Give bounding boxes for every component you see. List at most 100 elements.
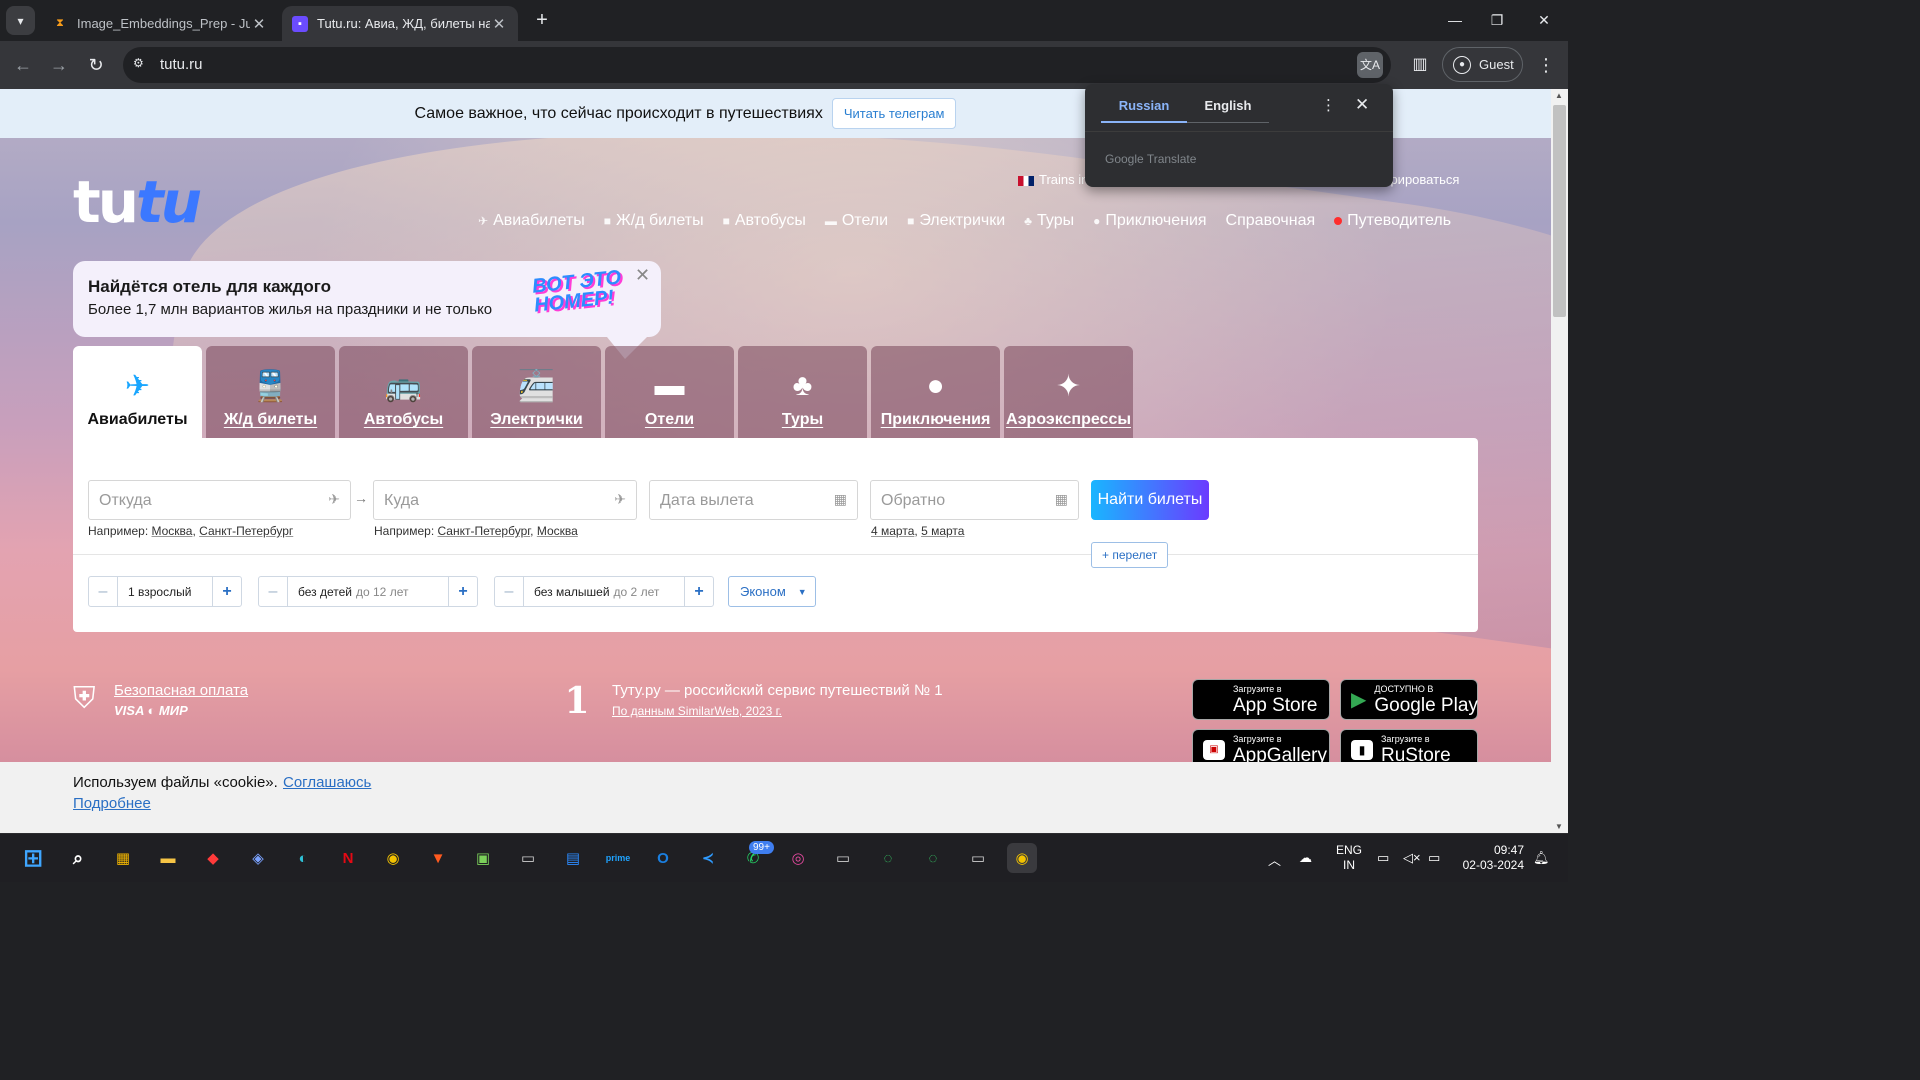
google-play-badge[interactable]: ▶ ДОСТУПНО В Google Play [1340, 679, 1478, 720]
minimize-icon[interactable]: — [1441, 8, 1469, 32]
depart-date-input[interactable]: Дата вылета ▦ [649, 480, 858, 520]
address-bar[interactable]: ⚙ tutu.ru 文A [123, 47, 1391, 83]
outlook-icon[interactable]: O [648, 843, 678, 873]
side-panel-icon[interactable]: ▥ [1408, 53, 1432, 77]
return-date-input[interactable]: Обратно ▦ [870, 480, 1079, 520]
scroll-thumb[interactable] [1553, 105, 1566, 317]
minus-button[interactable]: – [495, 577, 524, 606]
service-tab-adventures[interactable]: ● Приключения [871, 346, 1000, 438]
plus-button[interactable]: + [684, 577, 713, 606]
hint-suggestion[interactable]: Москва [537, 524, 578, 538]
hint-suggestion[interactable]: 5 марта [921, 524, 964, 538]
tutu-logo[interactable]: tutu [73, 173, 202, 231]
nav-item-train[interactable]: ■ Ж/д билеты [604, 212, 704, 230]
app-green-ring-icon[interactable]: ◌ [873, 843, 903, 873]
nav-item-adventures[interactable]: ● Приключения [1093, 212, 1206, 230]
close-icon[interactable]: ✕ [635, 265, 650, 286]
tab-jupyter[interactable]: ⧗ Image_Embeddings_Prep - Jupy ✕ [42, 6, 278, 41]
tab-search-button[interactable]: ▾ [6, 6, 35, 35]
close-tab-icon[interactable]: ✕ [250, 15, 268, 33]
site-info-icon[interactable]: ⚙ [133, 56, 144, 70]
edge-icon[interactable]: ◐ [288, 843, 318, 873]
cloud-icon[interactable]: ☁ [1299, 850, 1312, 866]
hint-suggestion[interactable]: Санкт-Петербург [199, 524, 293, 538]
reload-icon[interactable]: ↻ [82, 51, 110, 79]
new-tab-button[interactable]: + [530, 8, 554, 32]
url-text[interactable]: tutu.ru [160, 56, 203, 73]
volume-muted-icon[interactable]: ◁× [1403, 850, 1421, 866]
trains-in-link[interactable]: Trains in [1018, 172, 1088, 187]
service-tab-aeroexpress[interactable]: ✦ Аэроэкспрессы [1004, 346, 1133, 438]
rank-source-link[interactable]: По данным SimilarWeb, 2023 г. [612, 704, 782, 718]
nav-item-tours[interactable]: ♣ Туры [1024, 212, 1074, 230]
plus-button[interactable]: + [448, 577, 477, 606]
prime-video-icon[interactable]: prime [603, 843, 633, 873]
service-tab-commuter[interactable]: 🚈 Электрички [472, 346, 601, 438]
nav-item-hotels[interactable]: ▬ Отели [825, 212, 888, 230]
vscode-icon[interactable]: ≺ [693, 843, 723, 873]
hint-suggestion[interactable]: Москва [152, 524, 193, 538]
plus-button[interactable]: + [212, 577, 241, 606]
terminal-icon[interactable]: ▭ [513, 843, 543, 873]
forward-icon[interactable]: → [45, 51, 73, 79]
nav-item-commuter[interactable]: ■ Электрички [907, 212, 1005, 230]
browser-menu-icon[interactable]: ⋮ [1536, 53, 1556, 77]
hint-suggestion[interactable]: 4 марта [871, 524, 914, 538]
minus-button[interactable]: – [89, 577, 118, 606]
nav-item-guide[interactable]: Путеводитель [1334, 212, 1451, 230]
input-language[interactable]: ENG IN [1336, 843, 1362, 873]
hint-suggestion[interactable]: Санкт-Петербург [438, 524, 531, 538]
back-icon[interactable]: ← [9, 51, 37, 79]
app-diamond-icon[interactable]: ◆ [198, 843, 228, 873]
page-scrollbar[interactable]: ▲ ▼ [1551, 89, 1568, 833]
cabin-class-select[interactable]: Эконом ▼ [728, 576, 816, 607]
read-telegram-button[interactable]: Читать телеграм [831, 98, 957, 129]
app-green-ring-icon-2[interactable]: ◌ [918, 843, 948, 873]
netflix-icon[interactable]: N [333, 843, 363, 873]
clock[interactable]: 09:47 02-03-2024 [1458, 843, 1524, 873]
copilot-icon[interactable]: ◈ [243, 843, 273, 873]
service-tab-bus[interactable]: 🚌 Автобусы [339, 346, 468, 438]
service-tab-avia[interactable]: ✈ Авиабилеты [73, 346, 202, 438]
chrome-icon[interactable]: ◉ [378, 843, 408, 873]
close-tab-icon[interactable]: ✕ [490, 15, 508, 33]
tab-tutu[interactable]: ▪ Tutu.ru: Авиа, ЖД, билеты на а ✕ [282, 6, 518, 41]
restore-icon[interactable]: ❐ [1483, 8, 1511, 32]
search-icon[interactable]: ⌕ [63, 843, 93, 873]
nav-item-bus[interactable]: ■ Автобусы [723, 212, 806, 230]
chevron-up-icon[interactable]: ︿ [1268, 850, 1281, 869]
to-input[interactable]: Куда ✈ [373, 480, 637, 520]
hotel-promo-bubble[interactable]: Найдётся отель для каждого Более 1,7 млн… [73, 261, 661, 337]
source-language-tab[interactable]: Russian [1101, 98, 1187, 113]
nav-item-help[interactable]: Справочная [1226, 212, 1316, 230]
add-flight-button[interactable]: + перелет [1091, 542, 1169, 568]
nav-item-avia[interactable]: ✈ Авиабилеты [478, 212, 585, 230]
close-window-icon[interactable]: ✕ [1530, 8, 1558, 32]
service-tab-tours[interactable]: ♣ Туры [738, 346, 867, 438]
minus-button[interactable]: – [259, 577, 288, 606]
store-icon[interactable]: ▦ [108, 843, 138, 873]
service-tab-train[interactable]: 🚆 Ж/д билеты [206, 346, 335, 438]
from-input[interactable]: Откуда ✈ [88, 480, 351, 520]
target-language-tab[interactable]: English [1187, 98, 1269, 113]
more-options-icon[interactable]: ⋮ [1321, 96, 1336, 114]
chrome-active-icon[interactable]: ◉ [1007, 843, 1037, 873]
brave-icon[interactable]: ▼ [423, 843, 453, 873]
app-store-badge[interactable]: Загрузите в App Store [1192, 679, 1330, 720]
find-tickets-button[interactable]: Найти билеты [1091, 480, 1209, 520]
photos-icon[interactable]: ▣ [468, 843, 498, 873]
service-tab-hotels[interactable]: ▬ Отели [605, 346, 734, 438]
notifications-bell-icon[interactable]: 🔔︎ [1533, 850, 1550, 866]
battery-icon[interactable]: ▭ [1428, 850, 1440, 866]
file-explorer-icon[interactable]: ▬ [153, 843, 183, 873]
secure-payment-link[interactable]: Безопасная оплата [114, 682, 248, 699]
windows-start-icon[interactable]: ⊞ [18, 843, 48, 873]
cookie-agree-link[interactable]: Соглашаюсь [283, 774, 371, 791]
instagram-icon[interactable]: ◎ [783, 843, 813, 873]
scroll-down-icon[interactable]: ▼ [1555, 822, 1563, 831]
profile-button[interactable]: ● Guest [1442, 47, 1523, 82]
cmd-icon[interactable]: ▭ [963, 843, 993, 873]
translate-icon[interactable]: 文A [1357, 52, 1383, 78]
app-blue-icon[interactable]: ▤ [558, 843, 588, 873]
app-window-icon[interactable]: ▭ [828, 843, 858, 873]
